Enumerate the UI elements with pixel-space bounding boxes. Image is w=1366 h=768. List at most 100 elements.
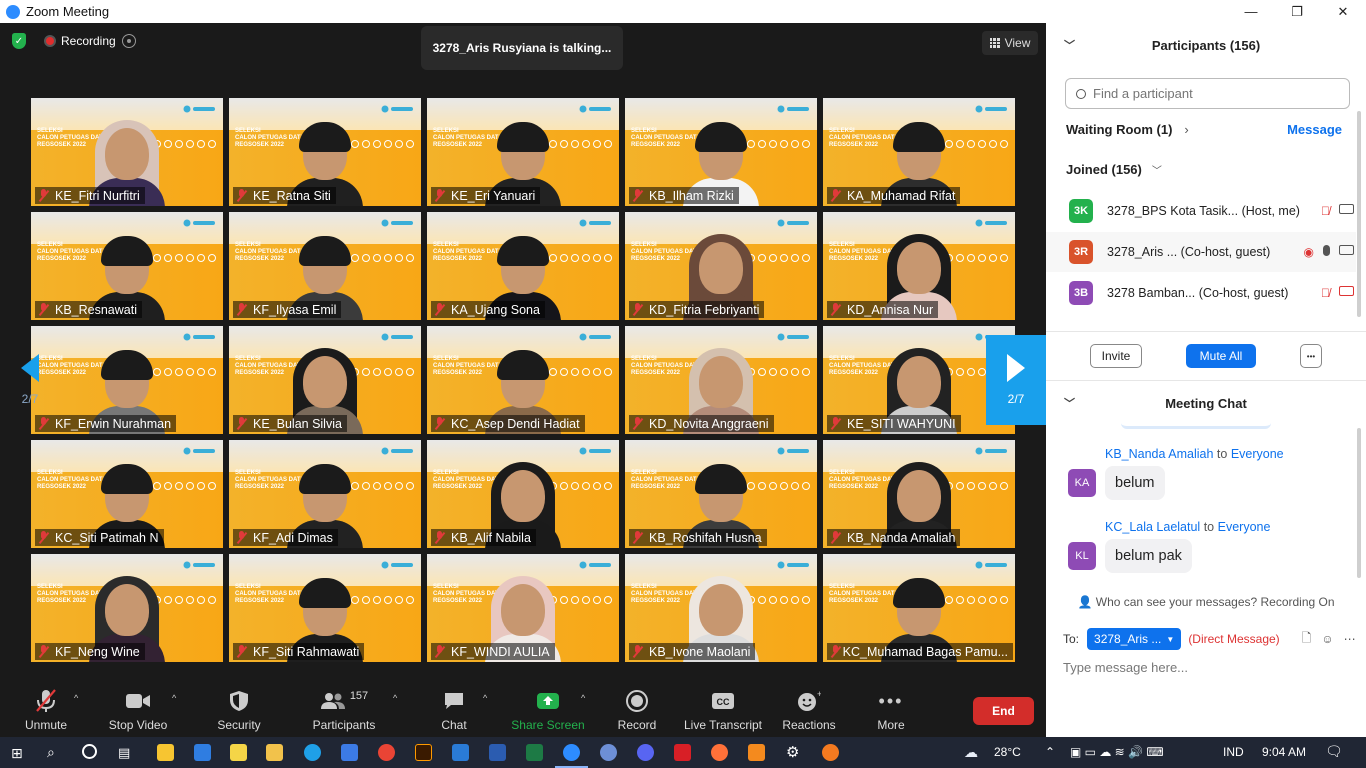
collapse-chat-chevron-icon[interactable]: ﹀ [1064, 395, 1075, 411]
video-tile[interactable]: SELEKSI CALON PETUGAS DATA ENTRY REGSOSEK … [823, 554, 1015, 662]
participants-button[interactable]: 157 Participants [310, 685, 378, 737]
muted-mic-icon[interactable]: 🎙̸ [1321, 204, 1330, 218]
video-tile[interactable]: SELEKSI CALON PETUGAS DATA ENTRY REGSOSEK … [823, 440, 1015, 548]
chrome-icon[interactable] [378, 744, 395, 761]
share-options-caret[interactable]: ^ [581, 693, 585, 703]
video-tile[interactable]: SELEKSI CALON PETUGAS DATA ENTRY REGSOSEK … [31, 212, 223, 320]
participants-options-caret[interactable]: ^ [393, 693, 397, 703]
file-icon[interactable]: 🗋 [1302, 629, 1312, 650]
waiting-room-message-link[interactable]: Message [1287, 122, 1342, 137]
app-orange-icon[interactable] [822, 744, 839, 761]
share-screen-button[interactable]: Share Screen [510, 685, 586, 737]
search-icon[interactable]: ⌕ [47, 744, 55, 761]
waiting-room-toggle[interactable]: Waiting Room (1) › [1066, 122, 1189, 137]
participant-row[interactable]: 3K 3278_BPS Kota Tasik... (Host, me) 🎙̸ [1046, 191, 1356, 231]
tray-icons[interactable]: ▣ ▭ ☁ ≋ 🔊 ⌨ [1070, 745, 1164, 759]
windows-start-icon[interactable]: ⊞ [11, 745, 23, 762]
video-tile[interactable]: SELEKSI CALON PETUGAS DATA ENTRY REGSOSEK … [427, 326, 619, 434]
video-tile[interactable]: SELEKSI CALON PETUGAS DATA ENTRY REGSOSEK … [31, 98, 223, 206]
notifications-icon[interactable]: 🗨 [1325, 743, 1343, 760]
stop-video-button[interactable]: Stop Video [106, 685, 170, 737]
netflix-icon[interactable] [674, 744, 691, 761]
firefox-icon[interactable] [711, 744, 728, 761]
next-page-button[interactable]: 2/7 [986, 335, 1046, 425]
word-icon[interactable] [489, 744, 506, 761]
tray-chevron-icon[interactable]: ⌃ [1045, 745, 1055, 759]
excel-icon[interactable] [526, 744, 543, 761]
camera-icon[interactable] [1339, 245, 1354, 255]
participant-row[interactable]: 3B 3278 Bamban... (Co-host, guest) 🎙̸ [1046, 273, 1356, 313]
settings-gear-icon[interactable]: ⚙ [786, 743, 799, 761]
video-tile[interactable]: SELEKSI CALON PETUGAS DATA ENTRY REGSOSEK … [427, 98, 619, 206]
discord-icon[interactable] [637, 744, 654, 761]
participants-scrollbar[interactable] [1357, 111, 1361, 317]
video-tile[interactable]: SELEKSI CALON PETUGAS DATA ENTRY REGSOSEK … [427, 212, 619, 320]
chat-scrollbar[interactable] [1357, 428, 1361, 578]
video-tile[interactable]: SELEKSI CALON PETUGAS DATA ENTRY REGSOSEK … [31, 554, 223, 662]
video-tile[interactable]: SELEKSI CALON PETUGAS DATA ENTRY REGSOSEK … [427, 554, 619, 662]
sticky-notes-icon[interactable] [157, 744, 174, 761]
view-button[interactable]: View [982, 31, 1038, 55]
video-tile[interactable]: SELEKSI CALON PETUGAS DATA ENTRY REGSOSEK … [229, 554, 421, 662]
chat-input[interactable]: Type message here... [1063, 660, 1188, 675]
vlc-icon[interactable] [748, 744, 765, 761]
task-view-icon[interactable]: ▤ [118, 745, 130, 761]
participant-search[interactable] [1065, 78, 1350, 109]
video-tile[interactable]: SELEKSI CALON PETUGAS DATA ENTRY REGSOSEK … [427, 440, 619, 548]
encryption-shield-icon[interactable]: ✓ [12, 33, 26, 49]
emoji-icon[interactable]: ☺ [1321, 632, 1333, 646]
clock[interactable]: 9:04 AM [1262, 745, 1306, 759]
chat-more-icon[interactable]: ⋯ [1344, 632, 1356, 646]
video-tile[interactable]: SELEKSI CALON PETUGAS DATA ENTRY REGSOSEK … [823, 212, 1015, 320]
participant-search-input[interactable] [1093, 86, 1333, 101]
cortana-icon[interactable] [82, 744, 97, 759]
video-tile[interactable]: SELEKSI CALON PETUGAS DATA ENTRY REGSOSEK … [229, 326, 421, 434]
chat-button[interactable]: Chat [438, 685, 470, 737]
video-tile[interactable]: SELEKSI CALON PETUGAS DATA ENTRY REGSOSEK … [229, 440, 421, 548]
live-transcript-button[interactable]: CC Live Transcript [682, 685, 764, 737]
maximize-button[interactable]: ❐ [1274, 0, 1320, 23]
collapse-participants-chevron-icon[interactable]: ﹀ [1064, 37, 1075, 53]
temperature[interactable]: 28°C [994, 745, 1021, 759]
reactions-button[interactable]: + Reactions [782, 685, 836, 737]
app-r-icon[interactable] [600, 744, 617, 761]
who-can-see-link[interactable]: 👤 Who can see your messages? Recording O… [1046, 595, 1366, 609]
video-tile[interactable]: SELEKSI CALON PETUGAS DATA ENTRY REGSOSEK … [625, 212, 817, 320]
pause-recording-icon[interactable] [121, 34, 136, 48]
invite-button[interactable]: Invite [1090, 344, 1142, 368]
file-explorer-icon[interactable] [266, 744, 283, 761]
security-button[interactable]: Security [214, 685, 264, 737]
camera-icon[interactable] [1339, 204, 1354, 214]
audio-options-caret[interactable]: ^ [74, 693, 78, 703]
joined-toggle[interactable]: Joined (156) ﹀ [1066, 162, 1162, 177]
participant-row[interactable]: 3R 3278_Aris ... (Co-host, guest) ◉ [1046, 232, 1356, 272]
previous-page-button[interactable]: 2/7 [0, 335, 60, 425]
video-tile[interactable]: SELEKSI CALON PETUGAS DATA ENTRY REGSOSEK … [31, 440, 223, 548]
edge-icon[interactable] [304, 744, 321, 761]
language-indicator[interactable]: IND [1223, 745, 1244, 759]
camera-off-icon[interactable] [1339, 286, 1354, 296]
more-button[interactable]: ••• More [872, 685, 910, 737]
mute-all-button[interactable]: Mute All [1186, 344, 1256, 368]
recipient-select[interactable]: 3278_Aris ... ▼ [1087, 628, 1182, 650]
calendar-icon[interactable] [341, 744, 358, 761]
video-tile[interactable]: SELEKSI CALON PETUGAS DATA ENTRY REGSOSEK … [625, 326, 817, 434]
mail-icon[interactable] [194, 744, 211, 761]
video-tile[interactable]: SELEKSI CALON PETUGAS DATA ENTRY REGSOSEK … [229, 98, 421, 206]
store-icon[interactable] [230, 744, 247, 761]
video-options-caret[interactable]: ^ [172, 693, 176, 703]
video-tile[interactable]: SELEKSI CALON PETUGAS DATA ENTRY REGSOSEK … [625, 98, 817, 206]
record-button[interactable]: Record [616, 685, 658, 737]
vscode-icon[interactable] [452, 744, 469, 761]
video-tile[interactable]: SELEKSI CALON PETUGAS DATA ENTRY REGSOSEK … [823, 98, 1015, 206]
illustrator-icon[interactable] [415, 744, 432, 761]
muted-mic-icon[interactable]: 🎙̸ [1321, 286, 1330, 300]
weather-cloud-icon[interactable]: ☁ [964, 744, 978, 761]
video-tile[interactable]: SELEKSI CALON PETUGAS DATA ENTRY REGSOSEK … [625, 440, 817, 548]
end-meeting-button[interactable]: End [973, 697, 1034, 725]
video-tile[interactable]: SELEKSI CALON PETUGAS DATA ENTRY REGSOSEK … [229, 212, 421, 320]
minimize-button[interactable]: — [1228, 0, 1274, 23]
microphone-icon[interactable] [1323, 245, 1330, 256]
chat-options-caret[interactable]: ^ [483, 693, 487, 703]
participants-more-button[interactable]: ••• [1300, 344, 1322, 368]
